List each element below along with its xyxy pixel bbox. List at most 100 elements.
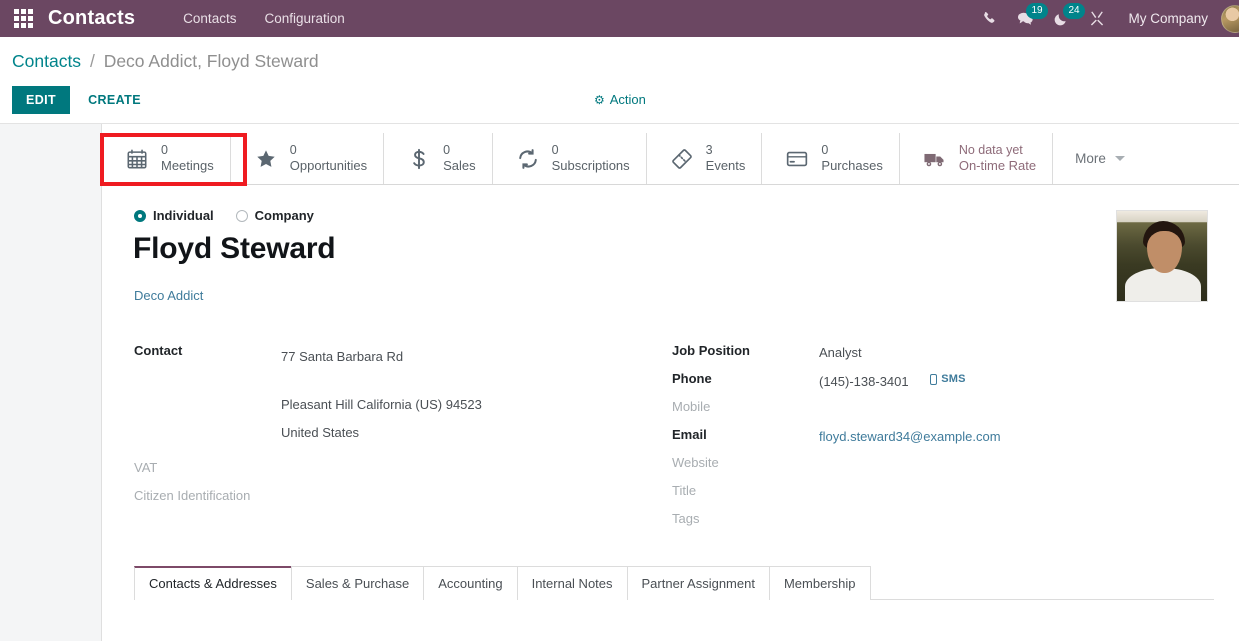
address-city-state-zip: Pleasant Hill California (US) 94523 (281, 397, 482, 412)
field-citizen-identification: Citizen Identification (134, 485, 604, 513)
app-brand-title[interactable]: Contacts (48, 7, 135, 30)
stat-button-more[interactable]: More (1053, 133, 1143, 184)
field-email: Email floyd.steward34@example.com (672, 424, 1142, 452)
stat-more-label: More (1075, 151, 1106, 166)
stat-button-purchases[interactable]: 0 Purchases (762, 133, 900, 184)
user-avatar[interactable] (1221, 4, 1239, 33)
radio-option-individual[interactable]: Individual (134, 208, 214, 223)
tab-internal-notes[interactable]: Internal Notes (516, 566, 628, 600)
radio-mark-company (235, 209, 248, 222)
breadcrumb-root[interactable]: Contacts (12, 51, 81, 71)
star-icon (253, 146, 279, 172)
activities-icon[interactable]: 24 (1044, 0, 1085, 37)
create-button[interactable]: CREATE (76, 86, 153, 114)
radio-label-company: Company (254, 208, 314, 223)
field-label-job-position: Job Position (672, 343, 750, 358)
radio-option-company[interactable]: Company (235, 208, 314, 223)
form-column-right: Job Position Analyst Phone (145)-138-340… (672, 340, 1142, 536)
field-label-title: Title (672, 483, 697, 498)
field-value-phone-wrapper: (145)-138-3401 SMS (819, 368, 966, 392)
field-contact: Contact 77 Santa Barbara Rd Pleasant Hil… (134, 340, 604, 447)
stat-value: 0 (161, 143, 168, 158)
nav-item-configuration[interactable]: Configuration (250, 0, 358, 37)
action-dropdown-label: Action (609, 92, 646, 107)
parent-company-link[interactable]: Deco Addict (134, 288, 203, 303)
tab-accounting[interactable]: Accounting (423, 566, 518, 600)
chevron-down-icon (1114, 156, 1125, 161)
field-label-website: Website (672, 455, 719, 470)
stat-button-meetings[interactable]: 0 Meetings (102, 133, 231, 184)
field-label-contact: Contact (134, 343, 183, 358)
mobile-icon (930, 374, 938, 386)
stat-value: 0 (289, 143, 297, 158)
field-label-vat: VAT (134, 460, 158, 475)
sms-label: SMS (941, 373, 966, 385)
stat-button-row: 0 Meetings 0 Opportunities 0 Sales 0 Sub… (102, 133, 1239, 185)
action-dropdown[interactable]: ⚙ Action (594, 92, 646, 107)
field-label-phone: Phone (672, 371, 712, 386)
stat-label: Subscriptions (551, 158, 630, 174)
radio-label-individual: Individual (153, 208, 214, 223)
stat-button-sales[interactable]: 0 Sales (384, 133, 493, 184)
refresh-icon (515, 146, 541, 172)
stat-label: Sales (443, 158, 476, 174)
top-navbar: Contacts Contacts Configuration 19 24 My… (0, 0, 1239, 37)
company-type-radio-group: Individual Company (134, 208, 314, 223)
form-sheet: 0 Meetings 0 Opportunities 0 Sales 0 Sub… (101, 124, 1239, 641)
navbar-systray: 19 24 My Company (972, 0, 1239, 37)
tab-sales-purchase[interactable]: Sales & Purchase (290, 566, 425, 600)
stat-button-opportunities[interactable]: 0 Opportunities (230, 133, 385, 184)
field-label-tags: Tags (672, 511, 700, 526)
field-value-email[interactable]: floyd.steward34@example.com (819, 424, 1001, 447)
navbar-menu: Contacts Configuration (169, 0, 359, 37)
tab-membership[interactable]: Membership (768, 566, 871, 600)
stat-value: No data yet (958, 143, 1023, 158)
stat-button-on-time-rate[interactable]: No data yet On-time Rate (899, 133, 1054, 184)
ticket-icon (669, 146, 695, 172)
field-value-phone[interactable]: (145)-138-3401 (819, 374, 909, 389)
breadcrumb: Contacts / Deco Addict, Floyd Steward (12, 51, 319, 72)
radio-mark-individual (134, 209, 146, 222)
stat-label: Events (705, 158, 746, 174)
phone-icon[interactable] (972, 0, 1007, 37)
field-mobile: Mobile (672, 396, 1142, 424)
field-value-address[interactable]: 77 Santa Barbara Rd Pleasant Hill Califo… (281, 340, 482, 447)
stat-label: Opportunities (289, 158, 368, 174)
tools-icon[interactable] (1079, 0, 1115, 37)
stat-value: 0 (821, 143, 829, 158)
photo-face (1147, 231, 1182, 273)
stat-value: 3 (705, 143, 713, 158)
stat-button-subscriptions[interactable]: 0 Subscriptions (492, 133, 647, 184)
stat-value: 0 (551, 143, 559, 158)
stat-button-events[interactable]: 3 Events (646, 133, 763, 184)
field-website: Website (672, 452, 1142, 480)
field-vat: VAT (134, 457, 604, 485)
field-title: Title (672, 480, 1142, 508)
address-country: United States (281, 425, 360, 440)
messages-icon[interactable]: 19 (1007, 0, 1048, 37)
contact-photo[interactable] (1116, 210, 1208, 302)
field-phone: Phone (145)-138-3401 SMS (672, 368, 1142, 396)
tab-contacts-addresses[interactable]: Contacts & Addresses (134, 566, 292, 600)
address-street: 77 Santa Barbara Rd (281, 349, 404, 364)
field-label-email: Email (672, 427, 707, 442)
record-actions: EDIT CREATE (12, 86, 153, 114)
stat-label: On-time Rate (958, 158, 1037, 174)
breadcrumb-current: Deco Addict, Floyd Steward (103, 51, 319, 71)
nav-item-contacts[interactable]: Contacts (169, 0, 250, 37)
field-label-citizen-identification: Citizen Identification (134, 488, 251, 503)
stat-label: Meetings (161, 158, 214, 174)
notebook-tabs: Contacts & Addresses Sales & Purchase Ac… (134, 565, 1214, 600)
tab-partner-assignment[interactable]: Partner Assignment (626, 566, 770, 600)
control-panel: Contacts / Deco Addict, Floyd Steward ED… (0, 37, 1239, 124)
field-value-job-position[interactable]: Analyst (819, 340, 862, 363)
truck-icon (922, 146, 948, 172)
field-label-mobile: Mobile (672, 399, 711, 414)
edit-button[interactable]: EDIT (12, 86, 71, 114)
sms-button[interactable]: SMS (930, 371, 965, 388)
dollar-icon (406, 146, 432, 172)
field-job-position: Job Position Analyst (672, 340, 1142, 368)
form-column-left: Contact 77 Santa Barbara Rd Pleasant Hil… (134, 340, 604, 513)
company-switcher[interactable]: My Company (1115, 11, 1221, 26)
apps-grid-icon[interactable] (8, 9, 38, 28)
